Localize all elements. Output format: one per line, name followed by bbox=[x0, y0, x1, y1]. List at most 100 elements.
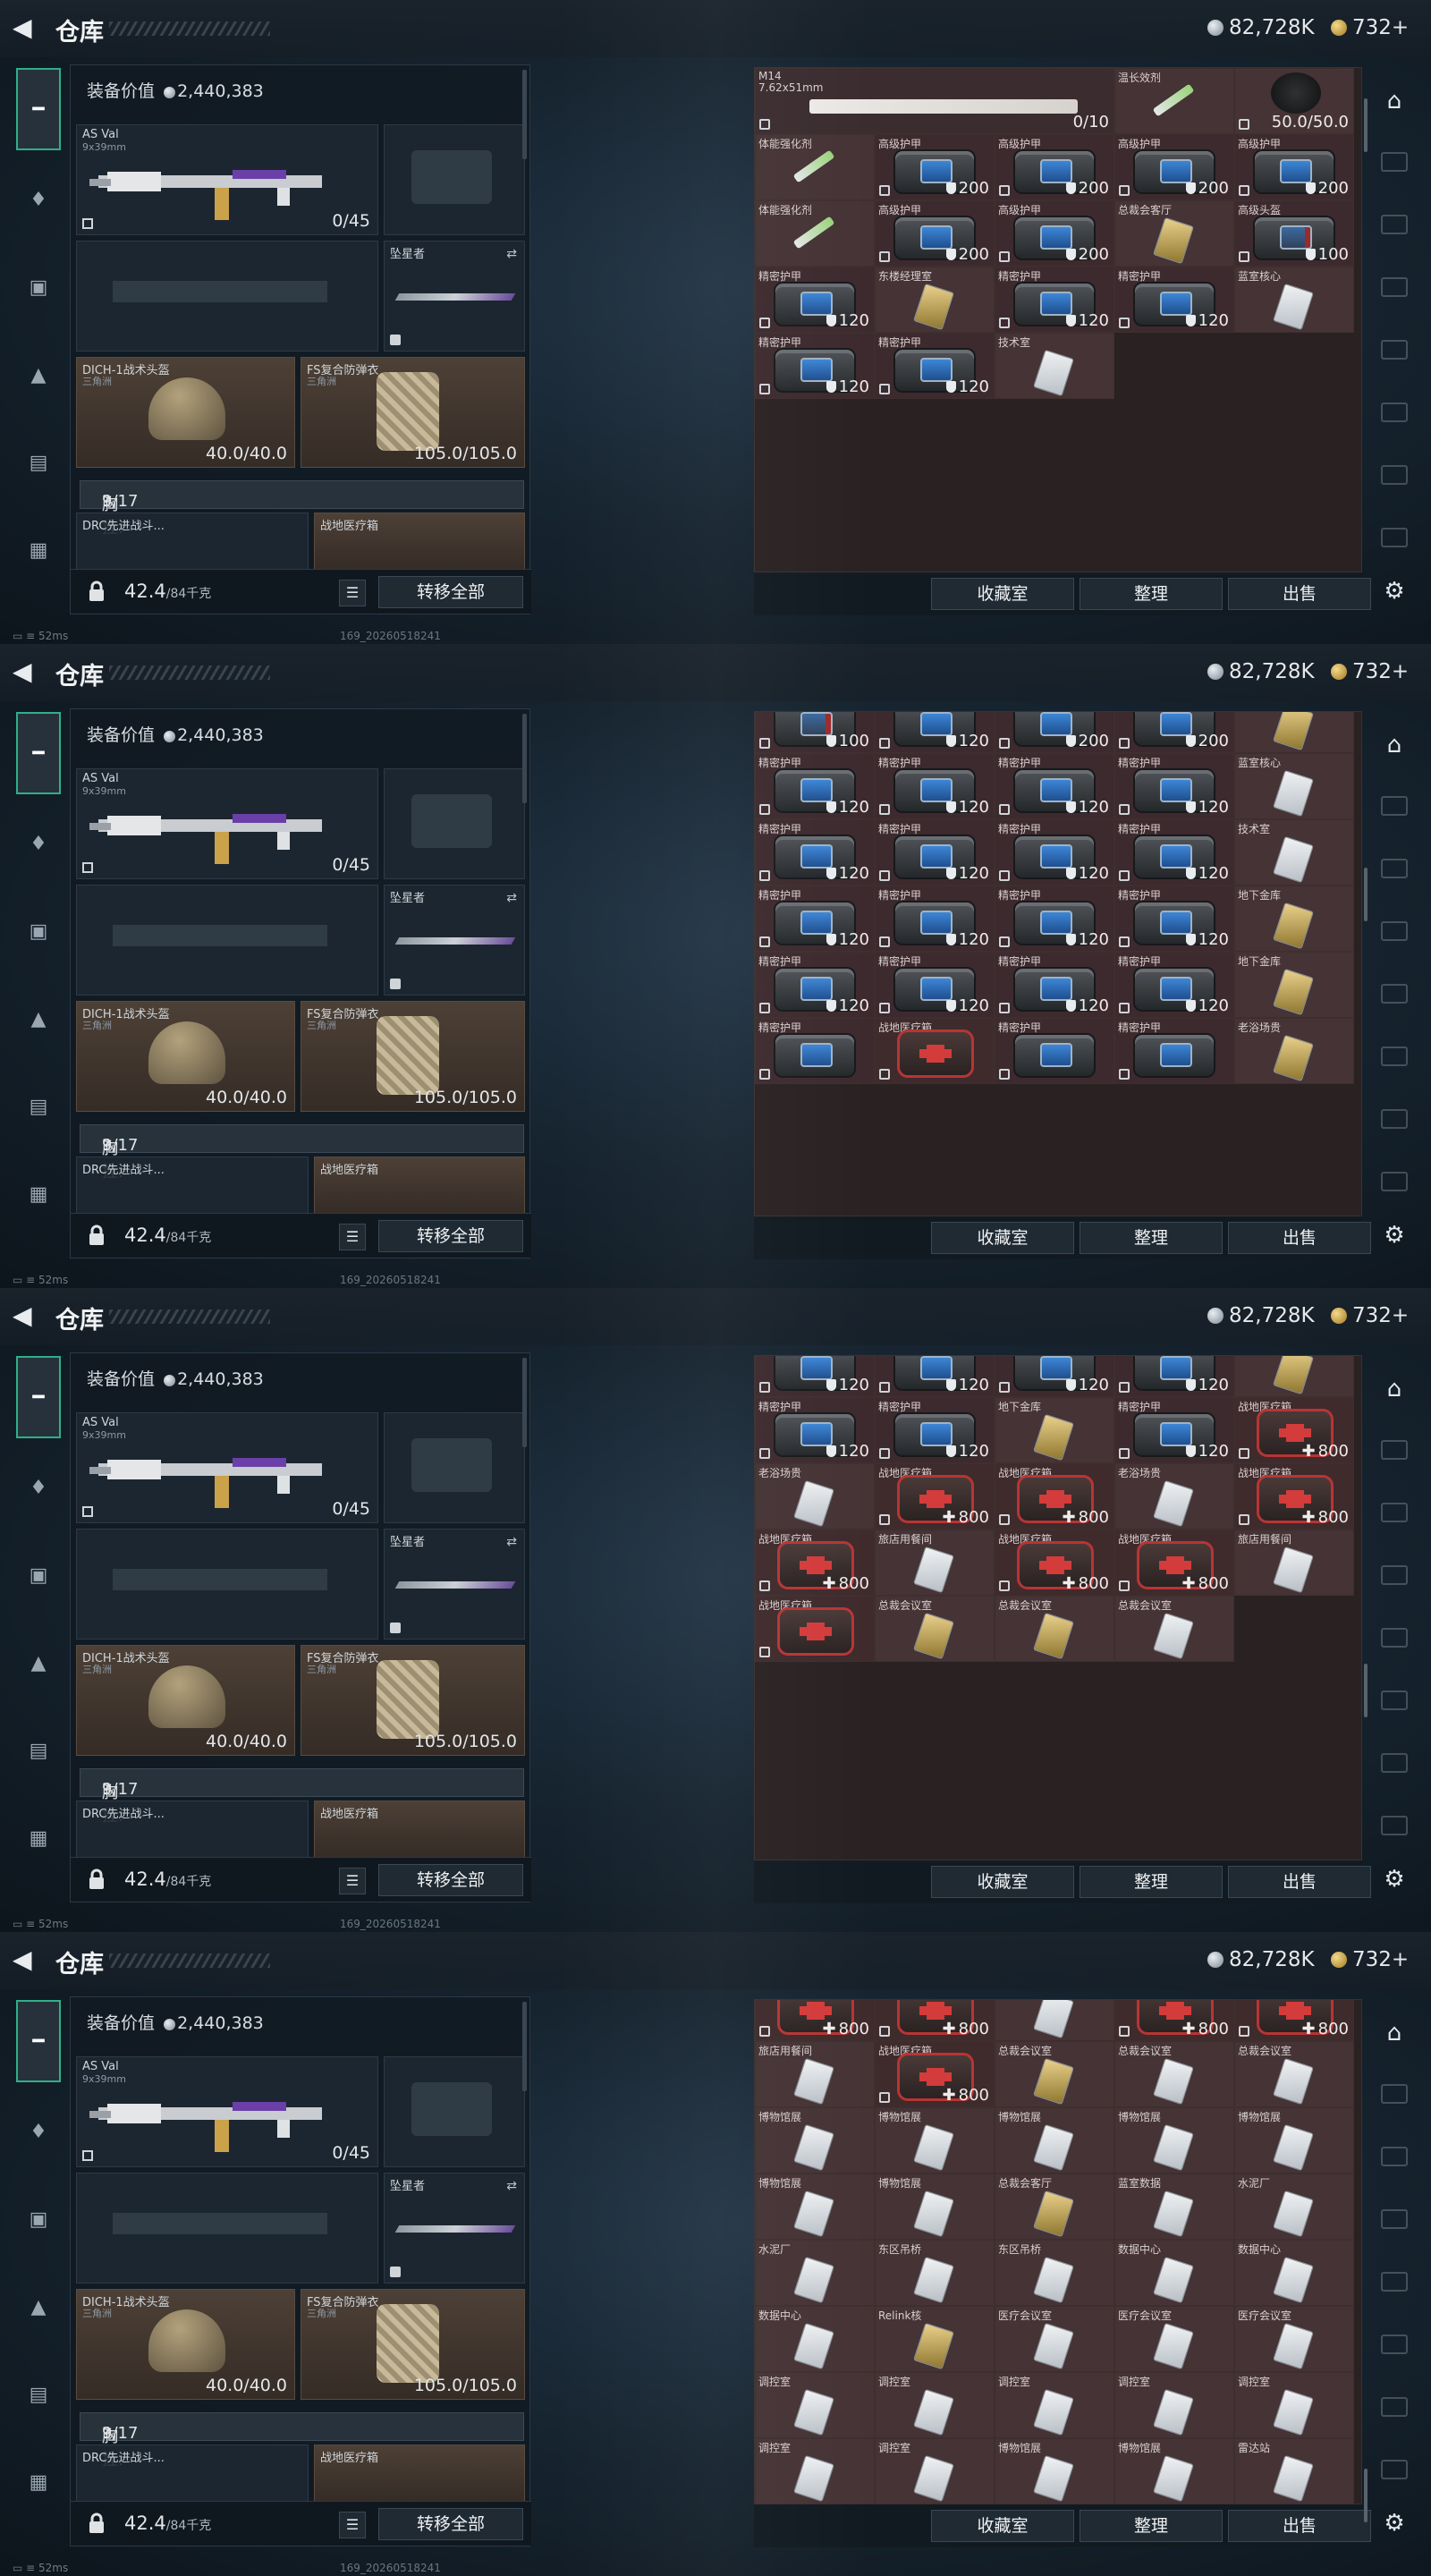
stash-item[interactable]: 老浴场贵 bbox=[1114, 1463, 1234, 1530]
stash-item[interactable]: 东区吊桥 bbox=[995, 2240, 1114, 2306]
nav-rig-tab[interactable]: ▣ bbox=[16, 1553, 61, 1597]
stash-item[interactable]: 精密护甲120 bbox=[1114, 952, 1234, 1018]
stash-page-icon[interactable] bbox=[1381, 465, 1408, 485]
stash-item[interactable]: 高级护甲 200 bbox=[1234, 134, 1354, 200]
stash-item[interactable]: M14 7.62x51mm 0/10 bbox=[755, 68, 1114, 134]
stash-item[interactable]: 精密护甲120 bbox=[755, 952, 875, 1018]
stash-item[interactable]: 博物馆展 bbox=[755, 2107, 875, 2174]
stash-item[interactable]: 调控室 bbox=[875, 2372, 995, 2438]
home-base-icon[interactable]: ⌂ bbox=[1379, 86, 1410, 116]
stash-item[interactable]: 战地医疗箱✚800 bbox=[1234, 1463, 1354, 1530]
back-arrow-icon[interactable]: ◀ bbox=[13, 1946, 39, 1973]
stash-item[interactable]: 精密护甲120 bbox=[1114, 1397, 1234, 1463]
stash-item[interactable]: 战地医疗箱✚800 bbox=[1114, 2000, 1234, 2041]
sort-button[interactable]: 整理 bbox=[1080, 1866, 1223, 1898]
stash-item[interactable]: 精密护甲120 bbox=[755, 1356, 875, 1397]
stash-item[interactable]: 博物馆展 bbox=[875, 2174, 995, 2240]
list-icon[interactable]: ☰ bbox=[339, 1224, 366, 1250]
nav-weapon-tab[interactable]: ━ bbox=[16, 68, 61, 150]
stash-item[interactable]: Relink核 bbox=[875, 2306, 995, 2372]
stash-page-icon[interactable] bbox=[1381, 1172, 1408, 1191]
nav-case-tab[interactable]: ▦ bbox=[16, 2460, 61, 2504]
gold-plus[interactable]: + bbox=[1392, 660, 1409, 683]
sort-button[interactable]: 整理 bbox=[1080, 1222, 1223, 1254]
swap-icon[interactable]: ⇄ bbox=[506, 247, 517, 261]
stash-item[interactable]: 高级护甲 200 bbox=[995, 200, 1114, 267]
nav-pouch-tab[interactable]: ▤ bbox=[16, 2372, 61, 2417]
armor-slot[interactable]: FS复合防弹衣 三角洲 105.0/105.0 bbox=[301, 357, 525, 468]
gold-balance[interactable]: 732+ bbox=[1331, 16, 1409, 39]
stash-item[interactable]: 医疗会议室 bbox=[1234, 2306, 1354, 2372]
nav-armor-tab[interactable]: ♦ bbox=[16, 177, 61, 222]
gold-plus[interactable]: + bbox=[1392, 1304, 1409, 1327]
stash-page-icon[interactable] bbox=[1381, 921, 1408, 941]
stash-item[interactable]: 总裁会议室 bbox=[875, 1596, 995, 1662]
stash-item[interactable]: 高级头盔 100 bbox=[1234, 200, 1354, 267]
sort-button[interactable]: 整理 bbox=[1080, 578, 1223, 610]
collection-room-button[interactable]: 收藏室 bbox=[931, 1866, 1074, 1898]
stash-page-icon[interactable] bbox=[1381, 2460, 1408, 2479]
stash-item[interactable]: 总裁会客厅 bbox=[1114, 200, 1234, 267]
stash-item[interactable]: 高级护甲 200 bbox=[875, 134, 995, 200]
melee-slot[interactable]: 坠星者 ⇄ bbox=[384, 241, 525, 352]
list-icon[interactable]: ☰ bbox=[339, 2512, 366, 2538]
stash-item[interactable]: 精密护甲120 bbox=[755, 819, 875, 886]
nav-rig-tab[interactable]: ▣ bbox=[16, 265, 61, 309]
stash-item[interactable]: 精密护甲120 bbox=[755, 753, 875, 819]
rig-item-2[interactable]: 战地医疗箱 bbox=[314, 2445, 525, 2502]
stash-item[interactable]: 战地医疗箱✚800 bbox=[1234, 2000, 1354, 2041]
stash-item[interactable]: 调控室 bbox=[875, 2438, 995, 2504]
stash-item[interactable]: 精密护甲120 bbox=[875, 1397, 995, 1463]
nav-pouch-tab[interactable]: ▤ bbox=[16, 1084, 61, 1129]
stash-item[interactable]: 战地医疗箱✚800 bbox=[1234, 1397, 1354, 1463]
armor-slot[interactable]: FS复合防弹衣 三角洲 105.0/105.0 bbox=[301, 1001, 525, 1112]
secondary-rifle-slot[interactable] bbox=[76, 885, 378, 996]
collection-room-button[interactable]: 收藏室 bbox=[931, 1222, 1074, 1254]
stash-item[interactable]: 医疗会议室 bbox=[1114, 2306, 1234, 2372]
loadout-scrollbar[interactable] bbox=[522, 2002, 527, 2091]
stash-item[interactable]: 博物馆展 bbox=[995, 2438, 1114, 2504]
stash-item[interactable]: 精密护甲120 bbox=[755, 886, 875, 952]
stash-item[interactable]: 数据中心 bbox=[755, 2306, 875, 2372]
stash-item[interactable]: 老浴场贵 bbox=[755, 1463, 875, 1530]
secondary-rifle-slot[interactable] bbox=[76, 1529, 378, 1640]
stash-page-icon[interactable] bbox=[1381, 1565, 1408, 1585]
stash-item[interactable]: 精密护甲120 bbox=[995, 753, 1114, 819]
stash-page-icon[interactable] bbox=[1381, 859, 1408, 878]
collection-room-button[interactable]: 收藏室 bbox=[931, 2510, 1074, 2542]
primary-weapon-slot[interactable]: AS Val 9x39mm 0/45 bbox=[76, 124, 378, 235]
stash-item[interactable]: 数据中心 bbox=[1114, 2240, 1234, 2306]
stash-page-icon[interactable] bbox=[1381, 1109, 1408, 1129]
move-all-button[interactable]: 转移全部 bbox=[378, 2508, 523, 2540]
stash-item[interactable]: 战地医疗箱 bbox=[875, 1018, 995, 1084]
stash-item[interactable]: 雷达站 bbox=[1234, 2438, 1354, 2504]
nav-weapon-tab[interactable]: ━ bbox=[16, 1356, 61, 1438]
stash-item[interactable]: 蓝室数据 bbox=[1114, 2174, 1234, 2240]
stash-page-icon[interactable] bbox=[1381, 402, 1408, 422]
stash-item[interactable]: 地下金库 bbox=[995, 1397, 1114, 1463]
stash-page-icon[interactable] bbox=[1381, 528, 1408, 547]
sell-button[interactable]: 出售 bbox=[1228, 1866, 1371, 1898]
gold-plus[interactable]: + bbox=[1392, 16, 1409, 39]
stash-item[interactable]: 水泥厂 bbox=[1234, 2174, 1354, 2240]
stash-item[interactable]: 120 bbox=[875, 1356, 995, 1397]
stash-page-icon[interactable] bbox=[1381, 215, 1408, 234]
stash-item[interactable]: 高级护甲 200 bbox=[1114, 134, 1234, 200]
swap-icon[interactable]: ⇄ bbox=[506, 891, 517, 905]
back-arrow-icon[interactable]: ◀ bbox=[13, 1302, 39, 1329]
stash-item[interactable]: 200 bbox=[1114, 712, 1234, 753]
stash-item[interactable]: 战地医疗箱✚800 bbox=[1114, 1530, 1234, 1596]
rig-item-2[interactable]: 战地医疗箱 bbox=[314, 513, 525, 570]
secondary-weapon-slot[interactable] bbox=[384, 124, 525, 235]
stash-item[interactable]: 100 bbox=[755, 712, 875, 753]
chest-rig-bar[interactable]: 胸挂: 9/17 ? bbox=[80, 1768, 524, 1826]
nav-armor-tab[interactable]: ♦ bbox=[16, 1465, 61, 1510]
sort-button[interactable]: 整理 bbox=[1080, 2510, 1223, 2542]
rig-item-2[interactable]: 战地医疗箱 bbox=[314, 1801, 525, 1858]
gear-icon[interactable]: ⚙ bbox=[1379, 1220, 1410, 1250]
stash-scrollbar[interactable] bbox=[1364, 98, 1367, 152]
rig-item-1[interactable]: DRC先进战斗... bbox=[76, 2445, 309, 2502]
sell-button[interactable]: 出售 bbox=[1228, 2510, 1371, 2542]
stash-scrollbar[interactable] bbox=[1364, 868, 1367, 921]
back-arrow-icon[interactable]: ◀ bbox=[13, 658, 39, 685]
